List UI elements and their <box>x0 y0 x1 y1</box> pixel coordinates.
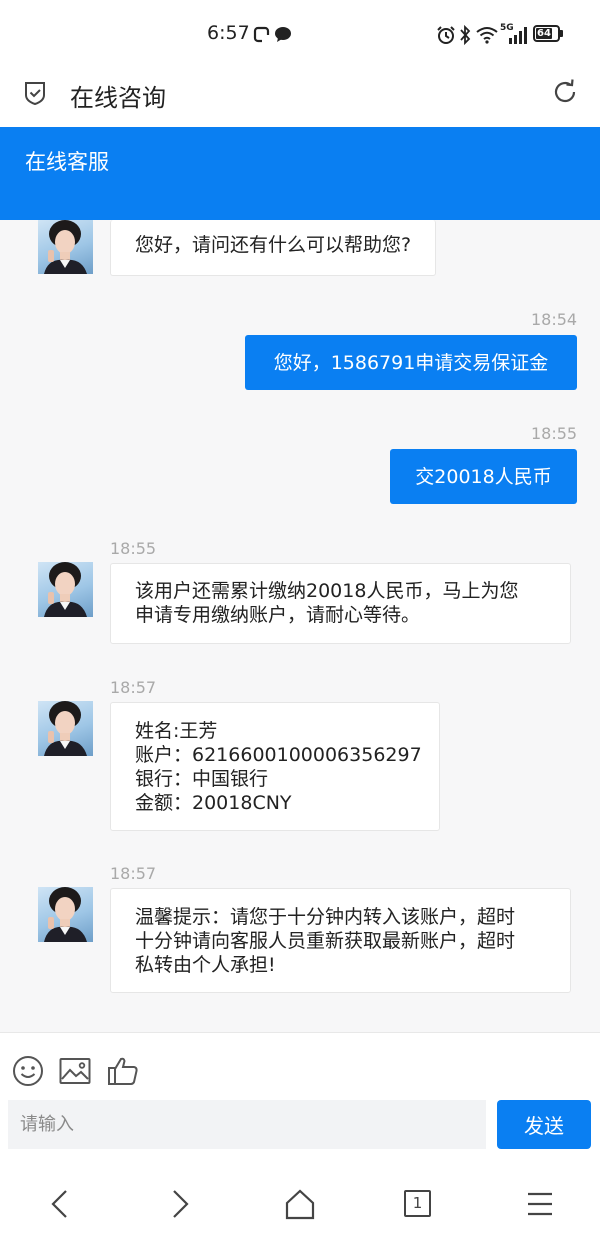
home-icon[interactable] <box>280 1184 320 1224</box>
message-timestamp: 18:54 <box>531 310 578 329</box>
message-text-line: 银行：中国银行 <box>135 768 269 790</box>
forward-icon[interactable] <box>160 1184 200 1224</box>
emoji-icon[interactable] <box>12 1055 44 1087</box>
message-text-line: 十分钟请向客服人员重新获取最新账户，超时 <box>135 930 516 952</box>
chat-header: 在线客服 <box>0 127 600 220</box>
signal-icon <box>509 27 527 44</box>
notification-box-icon <box>253 26 270 43</box>
send-button[interactable]: 发送 <box>497 1100 591 1149</box>
message-timestamp: 18:55 <box>531 424 578 443</box>
message-text-line: 账户：6216600100006356297 <box>135 744 422 766</box>
menu-icon[interactable] <box>520 1184 560 1224</box>
chat-header-title: 在线客服 <box>25 150 109 174</box>
battery-tip <box>560 30 563 37</box>
bluetooth-icon <box>460 24 471 46</box>
message-timestamp: 18:57 <box>110 864 157 883</box>
message-text-line: 该用户还需累计缴纳20018人民币，马上为您 <box>135 580 519 602</box>
chat-messages[interactable]: 您好，请问还有什么可以帮助您? 18:54 您好，1586791申请交易保证金 … <box>0 220 600 1032</box>
chat-notification-icon <box>275 27 291 42</box>
message-input[interactable] <box>8 1100 486 1149</box>
image-icon[interactable] <box>59 1057 91 1085</box>
battery-level: 64 <box>537 28 551 39</box>
message-text: 您好，请问还有什么可以帮助您? <box>135 234 412 256</box>
message-text-line: 姓名:王芳 <box>135 720 218 742</box>
back-icon[interactable] <box>40 1184 80 1224</box>
battery-icon: 64 <box>533 25 560 42</box>
message-text: 您好，1586791申请交易保证金 <box>273 351 549 374</box>
message-text-line: 私转由个人承担! <box>135 954 276 976</box>
title-bar: 在线咨询 <box>0 62 600 127</box>
message-bubble-incoming: 该用户还需累计缴纳20018人民币，马上为您 申请专用缴纳账户，请耐心等待。 <box>110 563 571 644</box>
message-text-line: 金额：20018CNY <box>135 792 292 814</box>
message-bubble-outgoing: 您好，1586791申请交易保证金 <box>245 335 577 390</box>
agent-avatar <box>38 220 93 274</box>
alarm-icon <box>437 26 455 44</box>
message-bubble-outgoing: 交20018人民币 <box>390 449 577 504</box>
browser-nav-bar: 1 <box>0 1162 600 1238</box>
shield-check-icon[interactable] <box>23 80 47 106</box>
composer: 发送 <box>0 1032 600 1162</box>
message-text: 交20018人民币 <box>415 465 552 488</box>
agent-avatar <box>38 701 93 756</box>
page-title: 在线咨询 <box>70 84 166 112</box>
status-time: 6:57 <box>207 22 250 44</box>
agent-avatar <box>38 562 93 617</box>
tab-count: 1 <box>412 1194 423 1212</box>
status-bar: 6:57 5G 64 <box>0 0 600 62</box>
message-bubble-incoming: 姓名:王芳 账户：6216600100006356297 银行：中国银行 金额：… <box>110 702 440 831</box>
wifi-icon <box>476 27 498 44</box>
message-text-line: 温馨提示：请您于十分钟内转入该账户，超时 <box>135 906 516 928</box>
agent-avatar <box>38 887 93 942</box>
message-bubble-incoming: 温馨提示：请您于十分钟内转入该账户，超时 十分钟请向客服人员重新获取最新账户，超… <box>110 888 571 993</box>
thumbs-up-icon[interactable] <box>107 1055 139 1087</box>
message-timestamp: 18:55 <box>110 539 157 558</box>
message-text-line: 申请专用缴纳账户，请耐心等待。 <box>135 604 421 626</box>
tabs-button[interactable]: 1 <box>404 1190 431 1217</box>
refresh-icon[interactable] <box>552 79 578 105</box>
message-timestamp: 18:57 <box>110 678 157 697</box>
message-bubble-incoming: 您好，请问还有什么可以帮助您? <box>110 220 437 276</box>
